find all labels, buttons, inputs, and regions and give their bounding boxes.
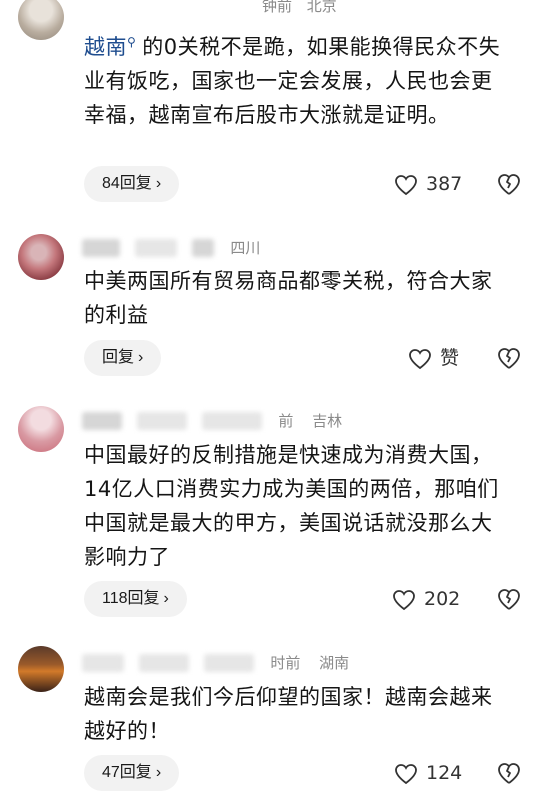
comment-meta: 前 吉林: [82, 410, 342, 432]
comment-meta: 钟前 北京: [262, 0, 337, 16]
heart-outline-icon: [395, 174, 417, 195]
comment-time: 时前: [270, 654, 301, 672]
username-blurred: [201, 411, 262, 430]
avatar[interactable]: [18, 0, 64, 40]
chevron-right-icon: ›: [138, 349, 144, 366]
comment-location: 湖南: [319, 654, 350, 672]
heart-outline-icon: [395, 763, 417, 784]
username-blurred: [203, 653, 254, 672]
mention-link[interactable]: 越南: [84, 35, 127, 59]
like-button[interactable]: 202: [392, 581, 460, 617]
avatar[interactable]: [18, 234, 64, 280]
username-blurred: [82, 411, 122, 430]
comment-location: 吉林: [312, 412, 343, 430]
comment-time: 前: [278, 412, 294, 430]
reply-label: 回复: [102, 349, 135, 366]
like-button[interactable]: 赞: [408, 340, 459, 376]
reply-button[interactable]: 118回复 ›: [84, 581, 187, 617]
like-count: 赞: [440, 347, 460, 369]
chevron-right-icon: ›: [155, 764, 162, 781]
avatar[interactable]: [18, 406, 64, 452]
reply-label: 84回复: [102, 175, 152, 192]
reply-label: 118回复: [102, 590, 160, 607]
broken-heart-icon[interactable]: [496, 586, 522, 612]
like-count: 124: [426, 762, 463, 784]
search-icon: ⚲: [127, 35, 137, 49]
reply-button[interactable]: 84回复 ›: [84, 166, 180, 202]
reply-button[interactable]: 回复 ›: [84, 340, 162, 376]
broken-heart-icon[interactable]: [496, 760, 522, 786]
username-blurred: [82, 653, 124, 672]
comment-location: 四川: [230, 239, 261, 257]
comment-text: 中美两国所有贸易商品都零关税，符合大家的利益: [84, 269, 493, 327]
username-blurred: [191, 238, 214, 257]
heart-outline-icon: [409, 348, 431, 369]
username-blurred: [138, 653, 189, 672]
comment-meta: 时前 湖南: [82, 652, 349, 674]
chevron-right-icon: ›: [155, 175, 162, 192]
username-blurred: [134, 238, 177, 257]
heart-outline-icon: [393, 589, 415, 610]
comment-meta: 四川: [82, 237, 260, 259]
comment-location: 北京: [306, 0, 337, 15]
comment-text: 中国最好的反制措施是快速成为消费大国，14亿人口消费实力成为美国的两倍，那咱们中…: [84, 443, 499, 569]
like-button[interactable]: 387: [394, 166, 462, 202]
like-button[interactable]: 124: [394, 755, 462, 791]
chevron-right-icon: ›: [163, 590, 169, 607]
comment-text: 越南⚲ 的0关税不是跪，如果能换得民众不失业有饭吃，国家也一定会发展，人民也会更幸…: [84, 25, 509, 132]
comment-body: 的0关税不是跪，如果能换得民众不失业有饭吃，国家也一定会发展，人民也会更幸福，越…: [84, 35, 501, 127]
like-count: 202: [424, 588, 461, 610]
like-count: 387: [426, 173, 463, 195]
reply-label: 47回复: [102, 764, 152, 781]
reply-button[interactable]: 47回复 ›: [84, 755, 180, 791]
comment-time: 钟前: [262, 0, 293, 15]
broken-heart-icon[interactable]: [496, 171, 522, 197]
username-blurred: [82, 238, 120, 257]
username-blurred: [136, 411, 187, 430]
broken-heart-icon[interactable]: [496, 345, 522, 371]
comment-text: 越南会是我们今后仰望的国家！越南会越来越好的！: [84, 685, 493, 743]
avatar[interactable]: [18, 646, 64, 692]
